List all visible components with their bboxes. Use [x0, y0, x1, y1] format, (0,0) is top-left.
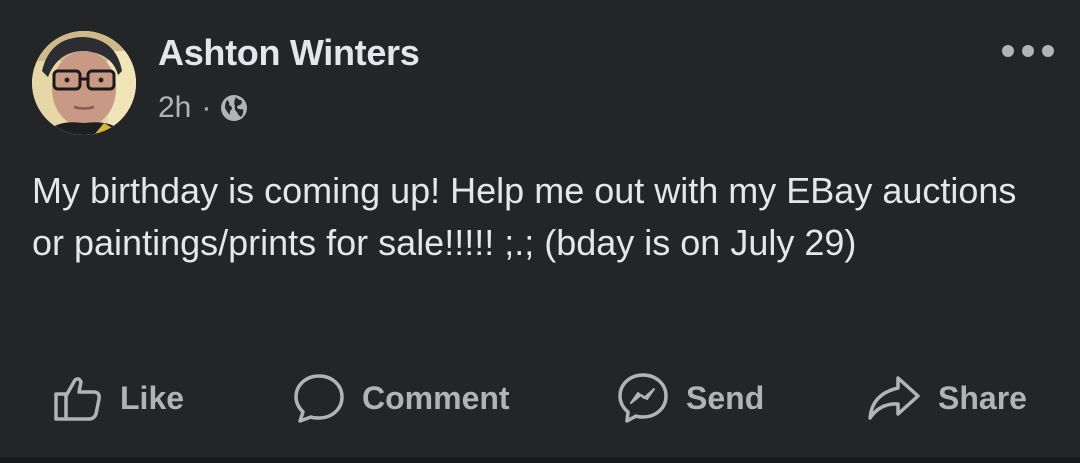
globe-icon[interactable]: [219, 93, 249, 123]
ellipsis-icon: [1002, 45, 1054, 57]
post-actions-bar: Like Comment Send Share: [0, 370, 1080, 426]
share-arrow-icon: [868, 376, 920, 420]
avatar[interactable]: [32, 31, 136, 135]
comment-label: Comment: [362, 379, 510, 416]
share-label: Share: [938, 379, 1027, 416]
feed-divider: [0, 457, 1080, 463]
profile-photo: [32, 31, 136, 135]
author-name[interactable]: Ashton Winters: [158, 32, 420, 74]
post-text: My birthday is coming up! Help me out wi…: [32, 170, 1017, 263]
thumbs-up-icon: [54, 377, 101, 421]
send-label: Send: [686, 379, 765, 416]
post-card: Ashton Winters 2h · My birthday is comin…: [0, 0, 1080, 457]
more-options-button[interactable]: [1000, 36, 1056, 66]
comment-bubble-icon: [294, 374, 344, 423]
meta-separator: ·: [201, 91, 212, 124]
messenger-icon: [618, 373, 668, 423]
post-meta: 2h ·: [158, 88, 249, 128]
post-time[interactable]: 2h: [158, 91, 191, 125]
send-button[interactable]: Send: [616, 370, 764, 426]
share-button[interactable]: Share: [866, 370, 1027, 426]
comment-button[interactable]: Comment: [292, 370, 510, 426]
like-button[interactable]: Like: [52, 370, 184, 426]
like-label: Like: [120, 379, 185, 416]
